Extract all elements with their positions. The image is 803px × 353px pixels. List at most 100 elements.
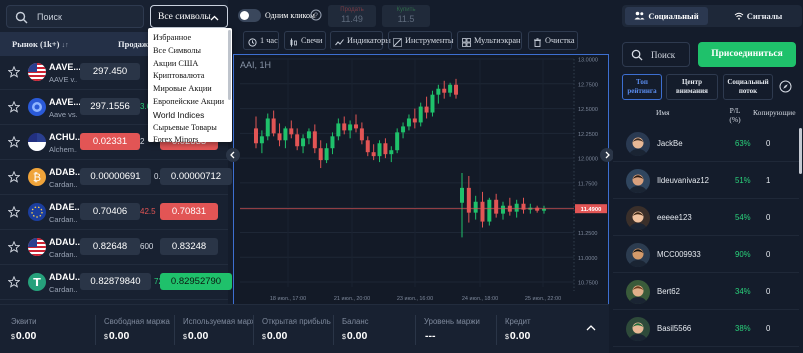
candle-body: [514, 203, 519, 212]
candle-body: [348, 124, 353, 131]
tab-signals[interactable]: Сигналы: [718, 7, 798, 25]
symbols-menu-item[interactable]: Европейские Акции: [153, 97, 224, 106]
instruments-button[interactable]: Инструменты: [388, 31, 454, 50]
candle-body: [377, 143, 382, 157]
chart-type-button[interactable]: Свечи: [284, 31, 326, 50]
bitcoin-icon: ₿: [28, 168, 46, 186]
account-stat-label: Открытая прибыль: [262, 317, 331, 326]
sell-quote-button[interactable]: Продать 11.49: [328, 5, 376, 27]
sell-price[interactable]: 297.1556: [80, 98, 140, 115]
social-icon: [634, 8, 645, 26]
sell-price[interactable]: 0.82879840: [80, 273, 151, 290]
buy-quote-button[interactable]: Купить 11.5: [382, 5, 430, 27]
candle-body: [501, 205, 505, 214]
currency-symbol: $: [505, 334, 509, 341]
subtab-social-feed[interactable]: Социальный поток: [723, 74, 773, 100]
compass-icon[interactable]: [779, 80, 792, 95]
symbols-menu-item[interactable]: Мировые Акции: [153, 84, 212, 93]
star-icon[interactable]: [7, 205, 21, 220]
avatar[interactable]: [626, 317, 650, 341]
sell-price[interactable]: 297.450: [80, 63, 140, 80]
multiscreen-button[interactable]: Мультиэкран: [457, 31, 522, 50]
symbols-menu-item[interactable]: Forex Minors: [153, 135, 198, 142]
trader-search-input[interactable]: Поиск: [622, 42, 690, 67]
trader-row[interactable]: Ildeuvanivaz12 51% 1: [613, 164, 799, 199]
avatar[interactable]: [626, 132, 650, 156]
market-search-input[interactable]: Поиск: [6, 5, 144, 28]
trader-row[interactable]: Bert62 34% 0: [613, 275, 799, 310]
trader-row[interactable]: JackBe 63% 0: [613, 127, 799, 162]
avatar[interactable]: [626, 243, 650, 267]
one-click-label: Одним кликом: [265, 11, 315, 20]
symbols-menu-item[interactable]: Сырьевые Товары: [153, 123, 217, 132]
avatar[interactable]: [626, 280, 650, 304]
symbols-menu-item[interactable]: Все Символы: [153, 46, 201, 55]
y-tick-label: 11.0000: [578, 256, 597, 262]
candle-body: [265, 118, 270, 137]
y-tick-label: 12.0000: [578, 157, 598, 163]
avatar[interactable]: [626, 169, 650, 193]
candle-body: [389, 150, 394, 155]
sell-price[interactable]: 0.02331: [80, 133, 140, 150]
symbols-dropdown-menu: Избранное Все Символы Акции США Криптовалют…: [148, 28, 232, 142]
join-button[interactable]: Присоединиться: [698, 42, 796, 67]
tab-social[interactable]: Социальный: [625, 7, 708, 25]
indicators-button[interactable]: Индикаторы: [330, 31, 391, 53]
star-icon[interactable]: [7, 170, 21, 185]
symbols-menu-item[interactable]: Криптовалюта: [153, 71, 204, 80]
symbols-filter-dropdown[interactable]: Все символы: [150, 5, 228, 28]
menu-scrollbar[interactable]: [228, 30, 231, 100]
star-icon[interactable]: [7, 100, 21, 115]
trader-search-placeholder: Поиск: [651, 50, 676, 60]
candle-body: [448, 84, 453, 93]
symbols-menu-item[interactable]: World Indices: [153, 110, 204, 120]
market-row[interactable]: TADAU...Cardan...0.82879840729.50.829527…: [0, 266, 232, 300]
trader-row[interactable]: MCC009933 90% 0: [613, 238, 799, 273]
candle-body: [418, 106, 423, 123]
sell-price[interactable]: 0.70406: [80, 203, 140, 220]
chevron-up-icon[interactable]: [586, 323, 596, 333]
trader-row[interactable]: eeeee123 54% 0: [613, 201, 799, 236]
account-summary-bar: Эквити $0.00 Свободная маржа $0.00 Используе…: [0, 304, 609, 353]
trader-list-scrollbar[interactable]: [799, 128, 802, 174]
symbols-menu-item[interactable]: Акции США: [153, 59, 198, 68]
candle-body: [324, 148, 329, 161]
sell-price[interactable]: 0.00000691: [80, 168, 151, 185]
currency-symbol: $: [104, 334, 108, 341]
buy-price[interactable]: 0.00000712: [160, 168, 232, 185]
col-market-header[interactable]: Рынок (1k+) ↓↑: [12, 39, 69, 49]
subtab-top-rating[interactable]: Топ рейтинга: [622, 74, 662, 100]
sell-price[interactable]: 0.82648: [80, 238, 140, 255]
star-icon[interactable]: [7, 65, 21, 80]
candle-body: [460, 187, 464, 203]
market-row[interactable]: ADAE... Cardan... 0.70406 42.5 0.70831: [0, 196, 228, 230]
candle-body: [359, 128, 364, 141]
buy-price[interactable]: 0.82952790: [160, 273, 232, 290]
euro-flag-icon: [28, 203, 46, 221]
candlestick-chart[interactable]: 13.0000 12.7500 12.5000 12.2500 12.0000 11.75…: [234, 55, 608, 304]
star-icon[interactable]: [7, 135, 21, 150]
clear-button[interactable]: Очистка: [528, 31, 578, 50]
chart-next-button[interactable]: [600, 148, 614, 162]
subtab-spotlight[interactable]: Центр внимания: [666, 74, 718, 100]
avatar[interactable]: [626, 206, 650, 230]
chart-prev-button[interactable]: [226, 148, 240, 162]
indicators-icon: [335, 36, 344, 53]
buy-price[interactable]: 0.83248: [160, 238, 218, 255]
one-click-toggle[interactable]: [238, 9, 261, 22]
sell-label: Продать: [340, 7, 364, 13]
help-icon[interactable]: ?: [310, 9, 322, 23]
symbols-menu-item[interactable]: Избранное: [153, 33, 191, 42]
us-flag-icon: [28, 63, 46, 81]
account-stat-value: 0.00: [15, 330, 37, 342]
buy-price[interactable]: 0.70831: [160, 203, 218, 220]
timeframe-button[interactable]: 1 чaс: [243, 31, 279, 50]
trader-row[interactable]: Basil5566 38% 0: [613, 312, 799, 347]
trader-pl: 63%: [735, 139, 751, 148]
market-row[interactable]: ADAU... Cardan... 0.82648 600 0.83248: [0, 231, 228, 265]
market-row[interactable]: ₿ADAB...Cardan...0.000006910.210.0000071…: [0, 161, 232, 195]
star-icon[interactable]: [7, 275, 21, 290]
star-icon[interactable]: [7, 240, 21, 255]
trader-pl: 90%: [735, 250, 751, 259]
price-chart[interactable]: AAI, 1H 13.0000 12.7500 12.5000 12.2500 12.0…: [233, 54, 609, 305]
